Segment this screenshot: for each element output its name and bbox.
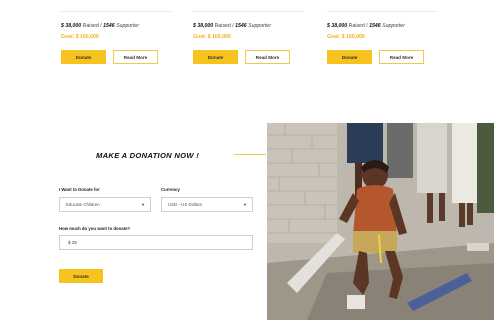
cause-card-2: $ 38,000 Raised / 1546 Supporter Goal: $…	[193, 0, 305, 80]
currency-value: USD - US Dollars	[168, 202, 203, 207]
amount-value: $ 25	[68, 240, 77, 245]
raised-suffix: Raised	[82, 23, 99, 29]
amount-input[interactable]: $ 25	[59, 235, 253, 250]
raised-amount: $ 38,000	[193, 23, 214, 29]
cause-card-1: $ 38,000 Raised / 1546 Supporter Goal: $…	[61, 0, 173, 80]
goal-amount: Goal: $ 100,000	[193, 34, 231, 40]
children-photo	[267, 123, 494, 320]
card-divider	[327, 11, 437, 12]
supporter-count: 1546	[103, 23, 115, 29]
card-divider	[61, 11, 171, 12]
supporter-suffix: Supporter	[248, 23, 271, 29]
raised-suffix: Raised	[348, 23, 365, 29]
donate-button[interactable]: Donate	[327, 50, 372, 64]
raised-amount: $ 38,000	[61, 23, 82, 29]
supporter-count: 1546	[235, 23, 247, 29]
donation-title: MAKE A DONATION NOW !	[96, 151, 200, 160]
cause-card-3: $ 38,000 Raised / 1546 Supporter Goal: $…	[327, 0, 439, 80]
currency-label: Currency	[161, 187, 180, 192]
raised-info: $ 38,000 Raised / 1546 Supporter	[61, 23, 139, 29]
caret-down-icon: ▼	[243, 202, 247, 207]
supporter-suffix: Supporter	[382, 23, 405, 29]
goal-amount: Goal: $ 100,000	[327, 34, 365, 40]
donate-for-select[interactable]: Educate Children ▼	[59, 197, 151, 212]
amount-label: How much do you want to donate?	[59, 226, 131, 231]
read-more-button[interactable]: Read More	[379, 50, 424, 64]
read-more-button[interactable]: Read More	[245, 50, 290, 64]
raised-info: $ 38,000 Raised / 1546 Supporter	[327, 23, 405, 29]
donate-for-value: Educate Children	[66, 202, 100, 207]
raised-info: $ 38,000 Raised / 1546 Supporter	[193, 23, 271, 29]
goal-amount: Goal: $ 100,000	[61, 34, 99, 40]
currency-select[interactable]: USD - US Dollars ▼	[161, 197, 253, 212]
read-more-button[interactable]: Read More	[113, 50, 158, 64]
raised-suffix: Raised	[214, 23, 231, 29]
donate-submit-button[interactable]: Donate	[59, 269, 103, 283]
donate-button[interactable]: Donate	[61, 50, 106, 64]
title-accent-line	[234, 154, 266, 155]
supporter-suffix: Supporter	[116, 23, 139, 29]
raised-amount: $ 38,000	[327, 23, 348, 29]
caret-down-icon: ▼	[141, 202, 145, 207]
card-divider	[193, 11, 303, 12]
supporter-count: 1546	[369, 23, 381, 29]
donate-button[interactable]: Donate	[193, 50, 238, 64]
donate-for-label: I Want to Donate for	[59, 187, 100, 192]
